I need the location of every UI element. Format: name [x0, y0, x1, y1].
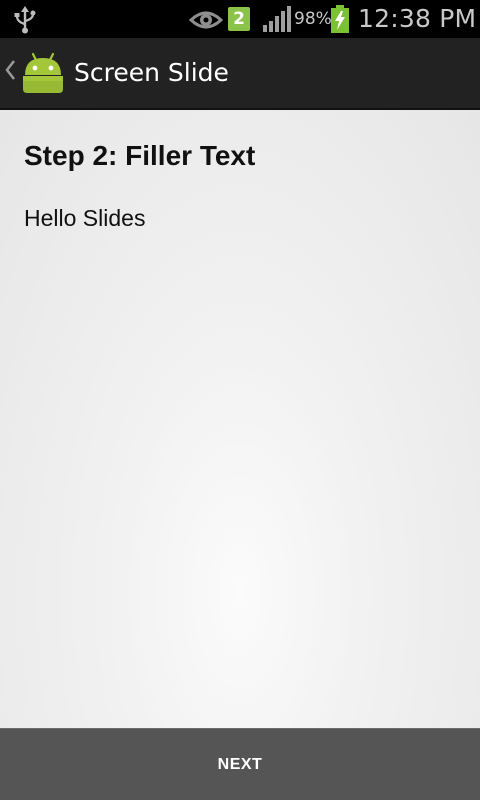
- usb-icon: [14, 6, 36, 34]
- notification-count-badge: 2: [228, 7, 250, 31]
- body-text: Hello Slides: [24, 205, 146, 231]
- next-button[interactable]: NEXT: [0, 729, 480, 800]
- bottom-button-bar: NEXT: [0, 728, 480, 800]
- battery-percent: 98%: [294, 9, 332, 29]
- battery-charging-icon: [331, 5, 349, 33]
- step-title: Step 2: Filler Text: [24, 140, 256, 171]
- up-caret-icon[interactable]: [4, 58, 16, 82]
- android-app-icon[interactable]: [21, 51, 65, 95]
- slide-content: Step 2: Filler Text Hello Slides: [0, 110, 480, 728]
- signal-icon: [263, 6, 291, 32]
- clock: 12:38 PM: [358, 4, 477, 33]
- screen: 2 98% 12:38 PM Screen Slide Step 2: Fill…: [0, 0, 480, 800]
- action-bar-title: Screen Slide: [74, 58, 229, 87]
- status-bar: 2 98% 12:38 PM: [0, 0, 480, 38]
- eye-icon: [189, 11, 223, 29]
- next-button-label: NEXT: [217, 755, 263, 773]
- action-bar: Screen Slide: [0, 38, 480, 110]
